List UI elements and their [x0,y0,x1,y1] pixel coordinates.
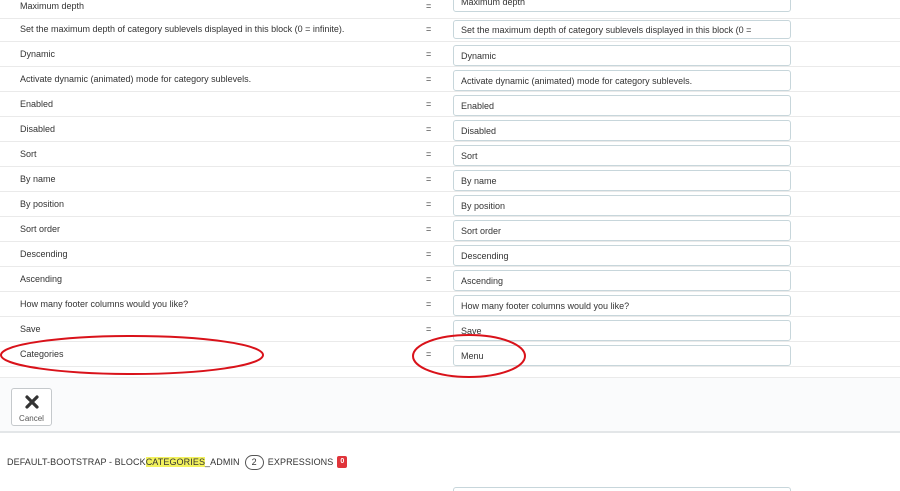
translation-row: Sort = [0,142,900,167]
translation-row: Activate dynamic (animated) mode for cat… [0,67,900,92]
translation-input[interactable] [453,95,791,116]
source-text: Disabled [20,124,56,134]
translation-row: Ascending = [0,267,900,292]
source-text: Ascending [20,274,63,284]
translation-row: Enabled = [0,92,900,117]
cancel-button[interactable]: Cancel [11,388,52,426]
translation-input[interactable] [453,320,791,341]
source-text: Dynamic [20,49,56,59]
source-text: Categories [20,349,64,359]
equals-sign: = [426,74,432,84]
equals-sign: = [426,99,432,109]
equals-sign: = [426,224,432,234]
source-text: Activate dynamic (animated) mode for cat… [20,74,252,84]
equals-sign: = [426,349,432,359]
translation-row: How many footer columns would you like? … [0,292,900,317]
translation-input[interactable] [453,295,791,316]
missing-count-badge: 0 [337,456,348,468]
source-text: How many footer columns would you like? [20,299,189,309]
translation-row: Dynamic = [0,42,900,67]
translation-row: Disabled = [0,117,900,142]
equals-sign: = [426,299,432,309]
source-text: Set the maximum depth of category sublev… [20,24,345,34]
translation-input[interactable] [453,20,791,39]
expressions-label: EXPRESSIONS [267,457,334,467]
equals-sign: = [426,124,432,134]
translation-row: Descending = [0,242,900,267]
equals-sign: = [426,149,432,159]
translation-row: Sort order = [0,217,900,242]
source-text: By name [20,174,56,184]
expression-count-badge: 2 [244,454,264,470]
equals-sign: = [426,24,432,34]
translation-input[interactable] [453,487,791,491]
translation-row: By name = [0,167,900,192]
source-text: By position [20,199,65,209]
source-text: Sort order [20,224,61,234]
equals-sign: = [426,174,432,184]
translation-input[interactable] [453,0,791,12]
translation-input[interactable] [453,70,791,91]
source-text: Enabled [20,99,54,109]
source-text: Descending [20,249,68,259]
translation-input[interactable] [453,195,791,216]
translation-input[interactable] [453,170,791,191]
translation-input[interactable] [453,120,791,141]
source-text: Save [20,324,41,334]
equals-sign: = [426,49,432,59]
translation-input[interactable] [453,245,791,266]
section-header[interactable]: DEFAULT-BOOTSTRAP - BLOCK CATEGORIES _ADMI… [7,453,348,471]
section-title-prefix: DEFAULT-BOOTSTRAP - BLOCK [7,457,146,467]
translation-row: By position = [0,192,900,217]
cancel-label: Cancel [19,414,44,423]
equals-sign: = [426,274,432,284]
section-title-suffix: _ADMIN [205,457,240,467]
translation-input[interactable] [453,220,791,241]
translation-input[interactable] [453,145,791,166]
translation-row: Save = [0,317,900,342]
translation-input[interactable] [453,270,791,291]
close-icon [25,395,39,409]
translation-row: Categories = [0,342,900,367]
equals-sign: = [426,249,432,259]
form-footer: Cancel [0,377,900,433]
translation-input[interactable] [453,345,791,366]
source-text: Sort [20,149,37,159]
translation-row: Set the maximum depth of category sublev… [0,17,900,42]
translation-input[interactable] [453,45,791,66]
search-highlight: CATEGORIES [145,457,206,467]
equals-sign: = [426,199,432,209]
equals-sign: = [426,324,432,334]
